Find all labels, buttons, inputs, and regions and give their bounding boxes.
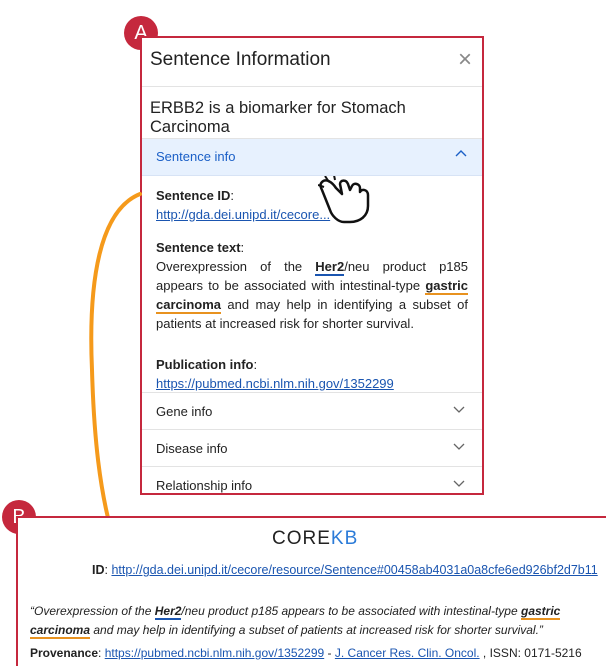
gene-mention-her2: Her2	[154, 604, 182, 620]
provenance-journal-link[interactable]: J. Cancer Res. Clin. Oncol.	[335, 646, 480, 660]
issn: , ISSN: 0171-5216	[479, 646, 582, 660]
corekb-logo: COREKB	[272, 528, 359, 549]
provenance-label: Provenance	[30, 646, 99, 660]
id-label: ID	[92, 563, 105, 577]
provenance-pubmed-link[interactable]: https://pubmed.ncbi.nlm.nih.gov/1352299	[105, 646, 324, 660]
provenance-line: Provenance: https://pubmed.ncbi.nlm.nih.…	[30, 646, 582, 660]
sentence-id-full-link[interactable]: http://gda.dei.unipd.it/cecore/resource/…	[111, 563, 597, 577]
sentence-id-line: ID: http://gda.dei.unipd.it/cecore/resou…	[92, 563, 598, 577]
corekb-panel: COREKB ID: http://gda.dei.unipd.it/cecor…	[16, 516, 606, 666]
sentence-quote: “Overexpression of the Her2/neu product …	[30, 604, 561, 639]
